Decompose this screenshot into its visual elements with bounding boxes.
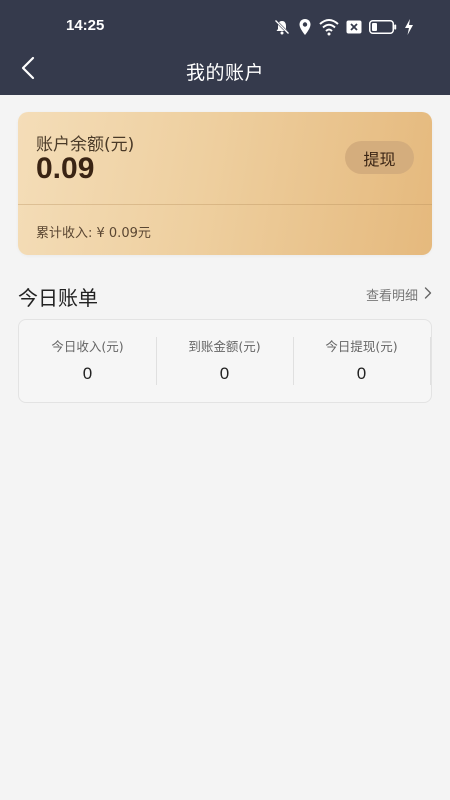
stat-today-withdraw: 今日提现(元) 0	[293, 320, 430, 402]
status-icons	[273, 18, 414, 36]
battery-icon	[369, 20, 397, 34]
stat-received-amount: 到账金额(元) 0	[156, 320, 293, 402]
view-details-label: 查看明细	[365, 289, 418, 304]
page-title: 我的账户	[185, 62, 264, 84]
stat-value: 0	[356, 364, 367, 383]
stat-label: 今日提现(元)	[325, 339, 398, 354]
cumulative-income: 累计收入: ¥ 0.09元	[36, 226, 151, 241]
bell-muted-icon	[273, 18, 291, 36]
sim-blocked-icon	[346, 20, 362, 34]
today-bill-header: 今日账单 查看明细	[18, 282, 432, 310]
stat-today-income: 今日收入(元) 0	[19, 320, 156, 402]
view-details-link[interactable]: 查看明细	[366, 285, 432, 304]
stat-label: 到账金额(元)	[188, 339, 261, 354]
wifi-icon	[319, 18, 339, 36]
withdraw-button[interactable]: 提现	[345, 141, 414, 174]
charging-icon	[404, 19, 414, 35]
status-bar: 14:25	[0, 0, 450, 50]
today-bill-title: 今日账单	[18, 286, 98, 310]
status-time: 14:25	[66, 17, 105, 34]
nav-bar: 我的账户	[0, 50, 450, 90]
today-stats-card: 今日收入(元) 0 到账金额(元) 0 今日提现(元) 0	[18, 319, 432, 403]
stat-label: 今日收入(元)	[51, 339, 124, 354]
stat-divider	[430, 337, 431, 385]
chevron-right-icon	[424, 286, 432, 303]
stat-value: 0	[82, 364, 93, 383]
location-icon	[298, 18, 312, 36]
balance-card: 账户余额(元) 0.09 提现 累计收入: ¥ 0.09元	[18, 112, 432, 255]
app-header: 14:25 我的账户	[0, 0, 450, 95]
stat-value: 0	[219, 364, 230, 383]
card-divider	[18, 204, 432, 205]
balance-value: 0.09	[36, 152, 95, 185]
